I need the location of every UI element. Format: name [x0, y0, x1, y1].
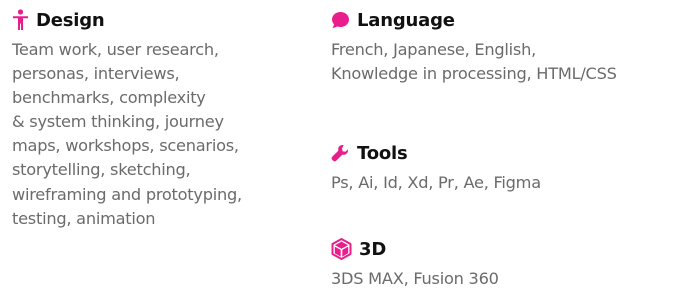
language-body: French, Japanese, English, Knowledge in …: [331, 38, 617, 86]
person-accessibility-icon: [12, 9, 29, 31]
language-line: Knowledge in processing, HTML/CSS: [331, 64, 617, 84]
3d-header: 3D: [331, 235, 499, 263]
3d-line: 3DS MAX, Fusion 360: [331, 269, 499, 288]
design-line: storytelling, sketching,: [12, 160, 191, 180]
design-line: personas, interviews,: [12, 64, 180, 84]
design-body: Team work, user research, personas, inte…: [12, 38, 242, 231]
3d-section: 3D 3DS MAX, Fusion 360: [331, 235, 499, 291]
design-line: testing, animation: [12, 208, 156, 228]
tools-section: Tools Ps, Ai, Id, Xd, Pr, Ae, Figma: [331, 139, 541, 195]
language-header: Language: [331, 6, 617, 34]
design-line: benchmarks, complexity: [12, 88, 206, 108]
tools-header: Tools: [331, 139, 541, 167]
design-header: Design: [12, 6, 242, 34]
design-section: Design Team work, user research, persona…: [12, 6, 242, 231]
cube-icon: [331, 238, 352, 260]
language-section: Language French, Japanese, English, Know…: [331, 6, 617, 86]
tools-body: Ps, Ai, Id, Xd, Pr, Ae, Figma: [331, 171, 541, 195]
design-line: & system thinking, journey: [12, 112, 224, 132]
language-line: French, Japanese, English,: [331, 40, 536, 59]
language-title: Language: [357, 9, 455, 31]
design-line: wireframing and prototyping,: [12, 184, 242, 204]
3d-body: 3DS MAX, Fusion 360: [331, 267, 499, 291]
design-title: Design: [36, 9, 105, 31]
tools-line: Ps, Ai, Id, Xd, Pr, Ae, Figma: [331, 173, 541, 192]
speech-bubble-icon: [331, 11, 350, 29]
design-line: maps, workshops, scenarios,: [12, 136, 239, 156]
tools-title: Tools: [357, 142, 408, 164]
wrench-icon: [331, 144, 350, 163]
design-line: Team work, user research,: [12, 40, 219, 59]
3d-title: 3D: [359, 238, 387, 260]
